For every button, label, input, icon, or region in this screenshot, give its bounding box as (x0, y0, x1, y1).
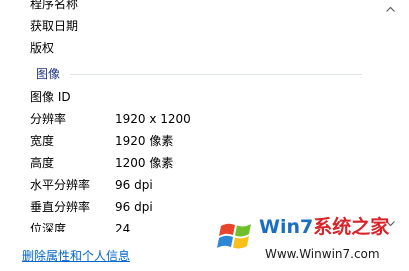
property-name: 垂直分辨率 (30, 200, 91, 214)
property-name: 高度 (30, 156, 55, 170)
property-value: 96 dpi (115, 200, 153, 214)
site-watermark: Win7系统之家 Www.Winwin7.com (215, 212, 405, 268)
property-name: 宽度 (30, 134, 55, 148)
property-name: 位深度 (30, 222, 67, 232)
property-details-list: 程序名称 获取日期 版权 图像 图像 ID 分辨率 1920 x 1200 宽度… (0, 0, 382, 232)
property-value: 1920 像素 (115, 134, 174, 148)
property-name: 版权 (30, 41, 55, 55)
chevron-up-icon[interactable] (382, 0, 399, 17)
property-name: 图像 ID (30, 90, 71, 104)
property-name: 水平分辨率 (30, 178, 91, 192)
property-value: 96 dpi (115, 178, 153, 192)
property-name: 获取日期 (30, 19, 79, 33)
property-value: 24 (115, 222, 131, 232)
watermark-title: Win7系统之家 (259, 216, 390, 238)
property-name: 分辨率 (30, 112, 67, 126)
group-header-image: 图像 (36, 67, 61, 81)
property-value: 1920 x 1200 (115, 112, 191, 126)
group-divider (70, 74, 362, 75)
watermark-url: Www.Winwin7.com (265, 247, 380, 261)
property-name: 程序名称 (30, 0, 79, 11)
remove-properties-link[interactable]: 删除属性和个人信息 (22, 247, 130, 264)
scrollbar-thumb[interactable] (386, 30, 395, 180)
property-value: 1200 像素 (115, 156, 174, 170)
windows-logo-icon (216, 215, 258, 257)
vertical-scrollbar[interactable] (382, 0, 399, 232)
